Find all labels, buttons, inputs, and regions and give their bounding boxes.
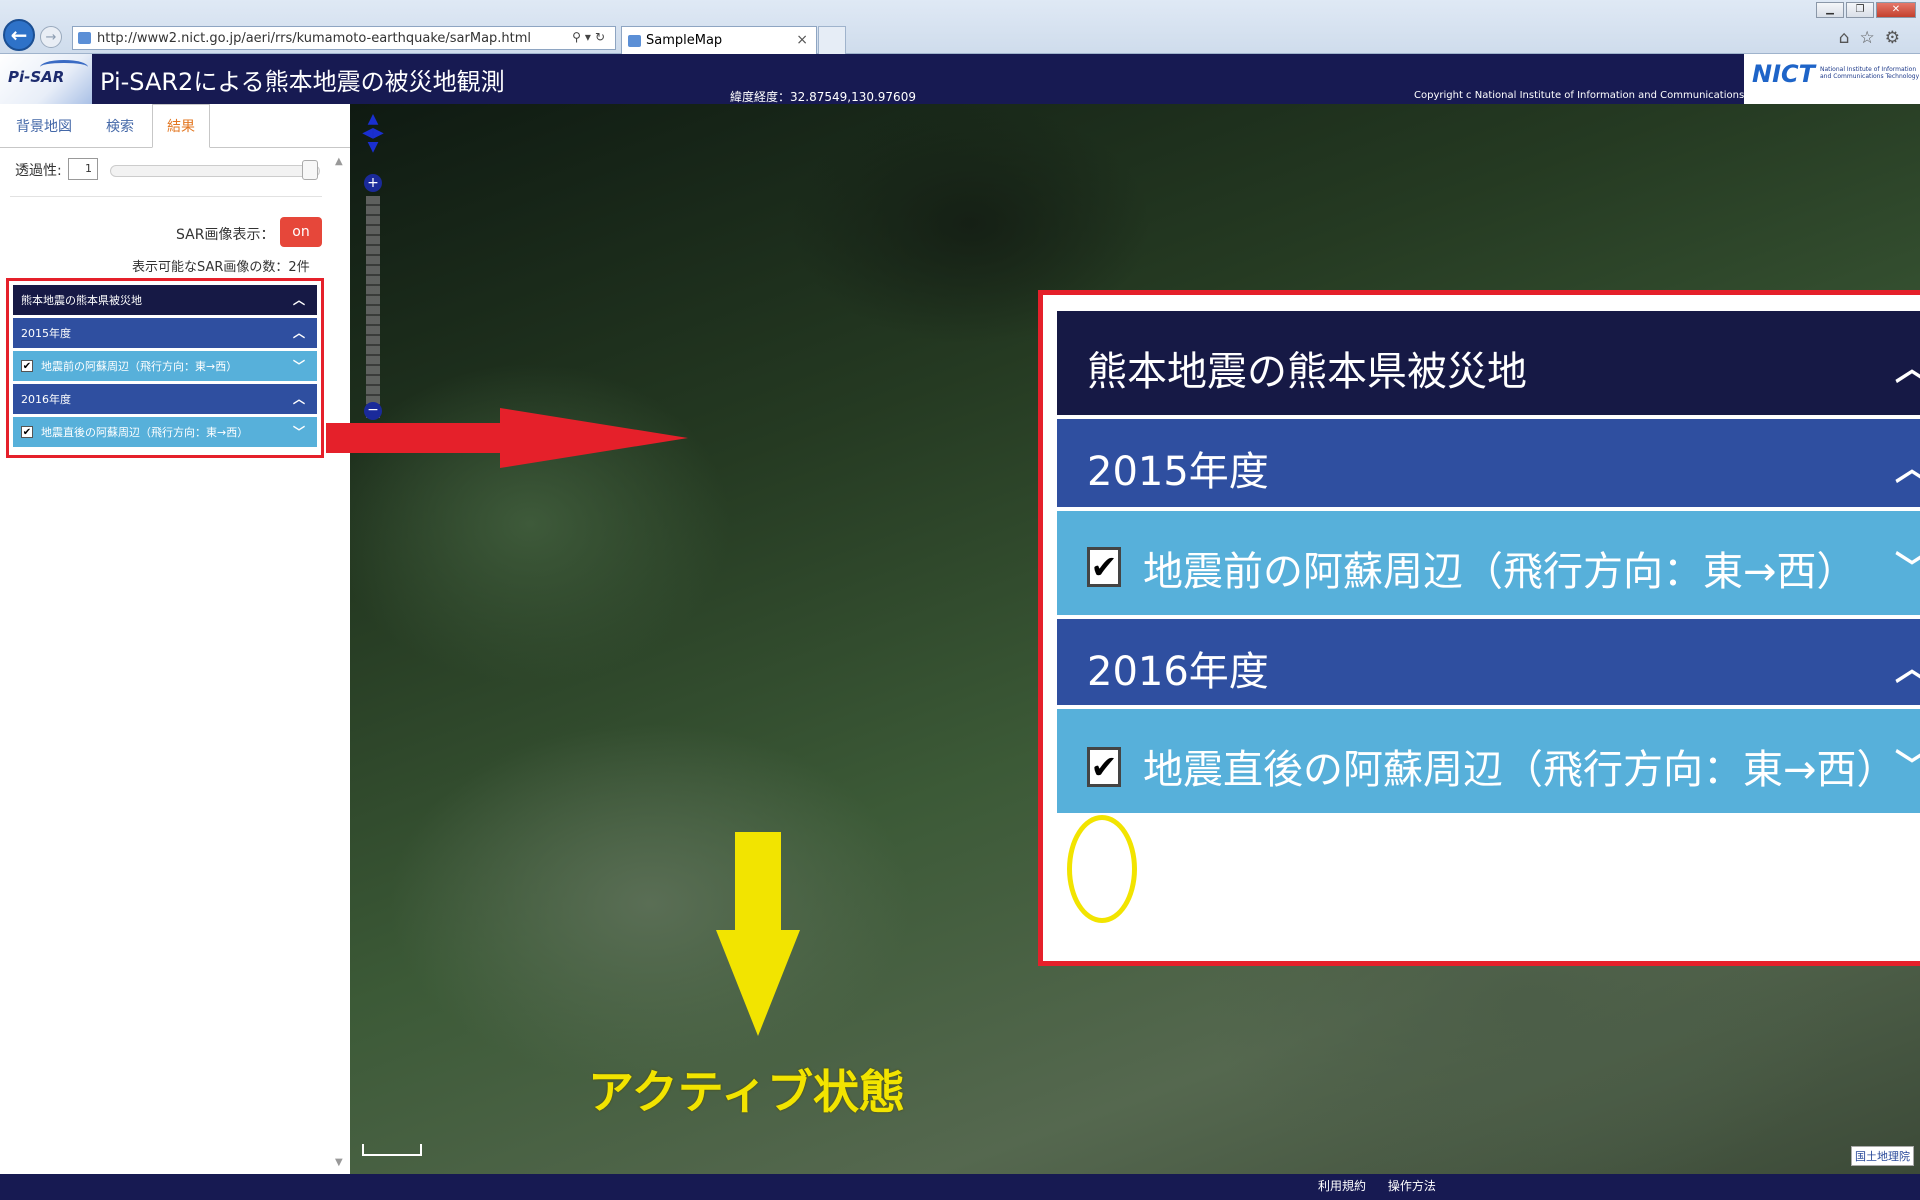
layer-group-2016[interactable]: 2016年度 ︿ — [13, 384, 317, 414]
checkbox-icon[interactable]: ✔ — [21, 360, 33, 372]
chevron-up-icon: ︿ — [1895, 641, 1920, 690]
nict-logo-subtitle: National Institute of Information and Co… — [1820, 66, 1920, 80]
checkbox-icon: ✔ — [1087, 747, 1121, 787]
active-state-annotation: アクティブ状態 — [588, 1065, 905, 1119]
browser-tab[interactable]: SampleMap × — [621, 26, 817, 54]
map-attribution[interactable]: 国土地理院 — [1851, 1146, 1914, 1166]
layer-item-label: 地震直後の阿蘇周辺（飛行方向：東→西） — [41, 426, 249, 439]
pan-control-icon[interactable]: ▲ ◀▶ ▼ — [356, 112, 390, 162]
close-tab-icon[interactable]: × — [796, 32, 808, 48]
chevron-down-icon[interactable]: ﹀ — [293, 357, 305, 374]
callout-year-2015-row: 2015年度 ︿ — [1057, 419, 1920, 507]
sar-display-toggle[interactable]: on — [280, 217, 322, 247]
layer-item-label: 地震前の阿蘇周辺（飛行方向：東→西） — [41, 360, 238, 373]
site-favicon-icon — [78, 32, 91, 44]
tab-results[interactable]: 結果 — [152, 104, 210, 148]
address-actions[interactable]: ⚲▾↻ — [572, 30, 609, 44]
left-panel: 背景地図 検索 結果 透過性: 1 ▲ ▼ SAR画像表示： on 表示可能なS… — [0, 104, 350, 1174]
chevron-up-icon: ︿ — [1895, 341, 1920, 390]
terms-link[interactable]: 利用規約 — [1318, 1179, 1366, 1193]
url-text: http://www2.nict.go.jp/aeri/rrs/kumamoto… — [97, 30, 532, 46]
dropdown-icon[interactable]: ▾ — [585, 30, 595, 44]
page-title: Pi-SAR2による熊本地震の被災地観測 — [100, 68, 505, 96]
browser-toolbar-icons: ⌂☆⚙ — [1839, 28, 1910, 48]
zoom-slider[interactable] — [366, 196, 380, 418]
footer-links: 利用規約 操作方法 — [1318, 1177, 1454, 1194]
scroll-up-icon[interactable]: ▲ — [335, 156, 343, 167]
callout-root-row: 熊本地震の熊本県被災地 ︿ — [1057, 311, 1920, 415]
footer-bar — [350, 1174, 1920, 1200]
chevron-down-icon: ﹀ — [1895, 541, 1920, 590]
tab-favicon-icon — [628, 35, 641, 47]
callout-root-label: 熊本地震の熊本県被災地 — [1087, 349, 1527, 395]
map-zoom-control: ▲ ◀▶ ▼ + − — [362, 112, 384, 422]
checkbox-icon[interactable]: ✔ — [21, 426, 33, 438]
gear-icon[interactable]: ⚙ — [1885, 28, 1910, 48]
callout-item-after-row: ✔ 地震直後の阿蘇周辺（飛行方向：東→西） ﹀ — [1057, 709, 1920, 813]
sar-count-text: 表示可能なSAR画像の数：2件 — [132, 260, 310, 275]
minimize-button[interactable]: ▁ — [1816, 2, 1844, 18]
refresh-icon[interactable]: ↻ — [595, 30, 609, 44]
chevron-up-icon[interactable]: ︿ — [293, 291, 305, 308]
forward-arrow-icon[interactable]: → — [40, 26, 62, 48]
zoomed-callout: 熊本地震の熊本県被災地 ︿ 2015年度 ︿ ✔ 地震前の阿蘇周辺（飛行方向：東… — [1038, 290, 1920, 966]
tab-title: SampleMap — [646, 33, 723, 48]
layer-item-before-quake[interactable]: ✔ 地震前の阿蘇周辺（飛行方向：東→西） ﹀ — [13, 351, 317, 381]
layer-list: 熊本地震の熊本県被災地 ︿ 2015年度 ︿ ✔ 地震前の阿蘇周辺（飛行方向：東… — [6, 278, 324, 458]
scroll-down-icon[interactable]: ▼ — [335, 1157, 343, 1168]
opacity-slider-track[interactable] — [110, 165, 320, 177]
chevron-up-icon: ︿ — [1895, 441, 1920, 490]
restore-button[interactable]: ❐ — [1846, 2, 1874, 18]
logo-text: Pi-SAR — [8, 68, 65, 86]
nict-logo[interactable]: NICT National Institute of Information a… — [1744, 54, 1920, 104]
home-icon[interactable]: ⌂ — [1839, 28, 1860, 48]
callout-item-label: 地震前の阿蘇周辺（飛行方向：東→西） — [1143, 549, 1857, 595]
back-arrow-icon[interactable]: ← — [3, 19, 35, 51]
callout-year-label: 2015年度 — [1087, 449, 1269, 495]
opacity-input[interactable]: 1 — [68, 158, 98, 180]
coordinate-readout: 緯度経度：32.87549,130.97609 — [730, 90, 916, 104]
search-icon[interactable]: ⚲ — [572, 30, 585, 44]
address-bar[interactable]: http://www2.nict.go.jp/aeri/rrs/kumamoto… — [72, 26, 616, 50]
site-header: Pi-SAR Pi-SAR2による熊本地震の被災地観測 緯度経度：32.8754… — [0, 54, 1920, 104]
chevron-down-icon[interactable]: ﹀ — [293, 423, 305, 440]
tab-background-map[interactable]: 背景地図 — [0, 104, 88, 148]
panel-tabs: 背景地図 検索 結果 — [0, 104, 350, 148]
zoom-out-button[interactable]: − — [364, 402, 382, 420]
close-window-button[interactable]: ✕ — [1876, 2, 1916, 18]
layer-group-label: 熊本地震の熊本県被災地 — [21, 294, 142, 307]
nict-logo-text: NICT — [1752, 60, 1815, 88]
pisar-logo[interactable]: Pi-SAR — [0, 54, 92, 104]
checkbox-icon: ✔ — [1087, 547, 1121, 587]
callout-item-label: 地震直後の阿蘇周辺（飛行方向：東→西） — [1143, 747, 1897, 793]
browser-chrome: ← → http://www2.nict.go.jp/aeri/rrs/kuma… — [0, 0, 1920, 54]
star-icon[interactable]: ☆ — [1860, 28, 1885, 48]
sar-display-label: SAR画像表示： — [176, 227, 275, 243]
new-tab-button[interactable] — [818, 26, 846, 54]
layer-group-label: 2015年度 — [21, 327, 71, 340]
opacity-slider-handle[interactable] — [302, 160, 318, 180]
layer-item-after-quake[interactable]: ✔ 地震直後の阿蘇周辺（飛行方向：東→西） ﹀ — [13, 417, 317, 447]
layer-group-root[interactable]: 熊本地震の熊本県被災地 ︿ — [13, 285, 317, 315]
footer-left-bar — [0, 1174, 350, 1200]
layer-group-2015[interactable]: 2015年度 ︿ — [13, 318, 317, 348]
callout-year-2016-row: 2016年度 ︿ — [1057, 619, 1920, 705]
panel-scrollbar[interactable]: ▲ ▼ — [334, 156, 348, 1168]
window-controls: ▁ ❐ ✕ — [1816, 2, 1916, 18]
opacity-label: 透過性: — [15, 163, 62, 179]
chevron-up-icon[interactable]: ︿ — [293, 390, 305, 407]
callout-year-label: 2016年度 — [1087, 649, 1269, 695]
layer-group-label: 2016年度 — [21, 393, 71, 406]
howto-link[interactable]: 操作方法 — [1388, 1179, 1436, 1193]
chevron-down-icon: ﹀ — [1895, 739, 1920, 788]
chevron-up-icon[interactable]: ︿ — [293, 324, 305, 341]
divider — [10, 196, 322, 197]
callout-item-before-row: ✔ 地震前の阿蘇周辺（飛行方向：東→西） ﹀ — [1057, 511, 1920, 615]
active-state-highlight — [1067, 815, 1137, 923]
tab-search[interactable]: 検索 — [88, 104, 152, 148]
zoom-in-button[interactable]: + — [364, 174, 382, 192]
sar-map[interactable]: ▲◀▶▼ + − 国土地理院 熊本地震の熊本県被災地 ︿ 2015年度 ︿ ✔ … — [350, 104, 1920, 1174]
map-scale-bar — [362, 1144, 422, 1156]
